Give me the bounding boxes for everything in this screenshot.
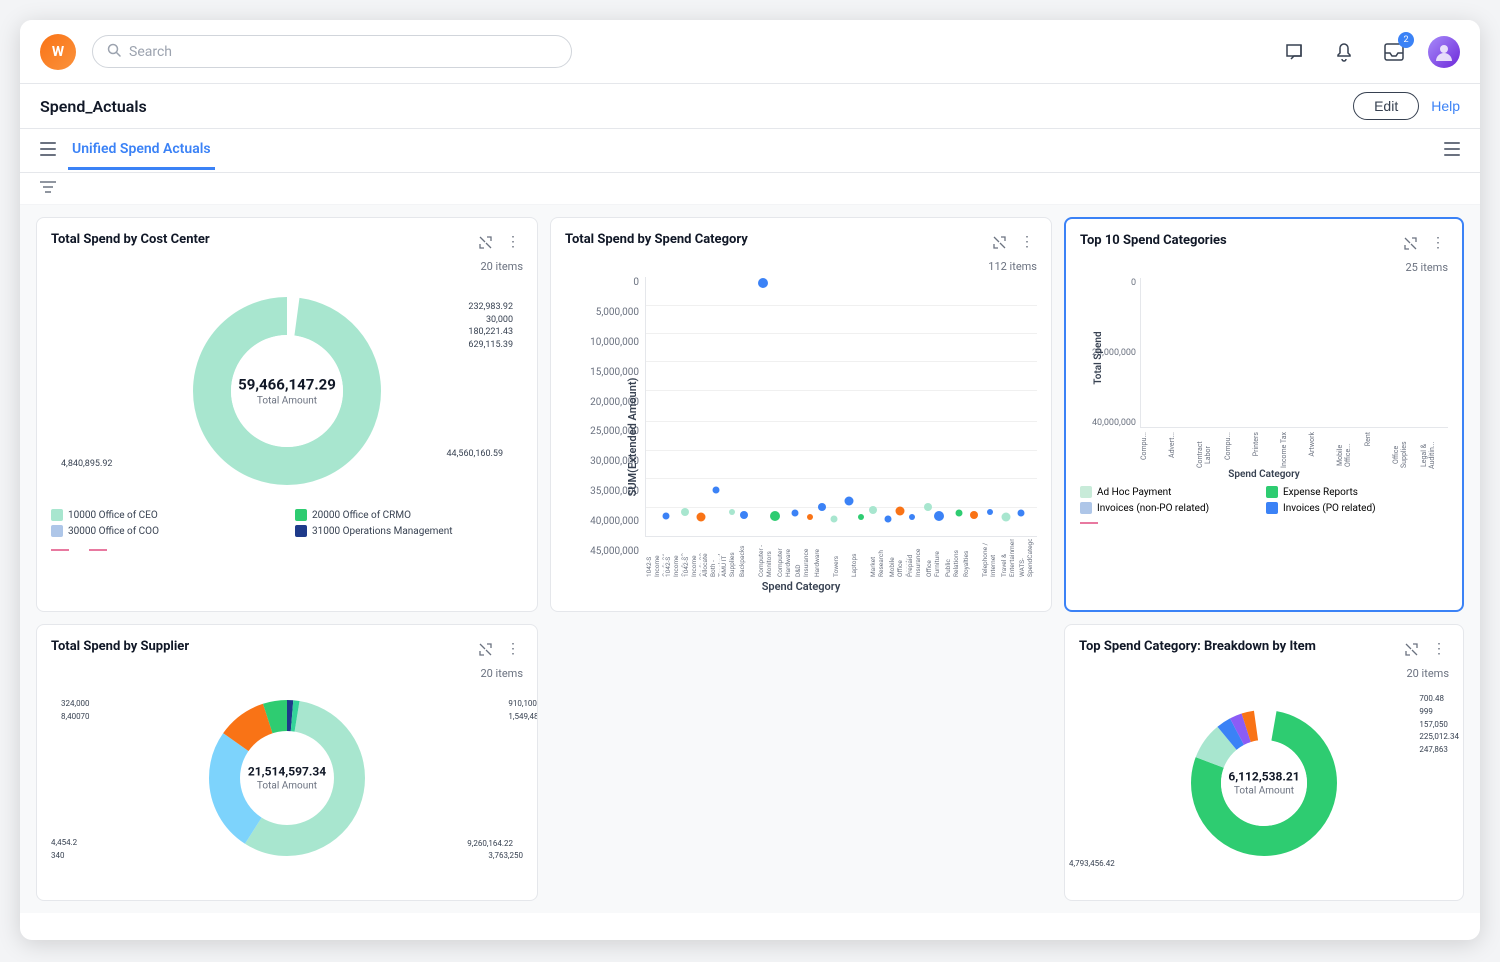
- cost-center-legend: 10000 Office of CEO 20000 Office of CRMO…: [51, 509, 523, 537]
- supplier-card: Total Spend by Supplier ⋮ 20 items: [36, 624, 538, 901]
- cost-center-items: 20 items: [51, 260, 523, 273]
- top10-items: 25 items: [1080, 261, 1448, 274]
- menu-icon[interactable]: [40, 141, 56, 160]
- scatter-y-title: SUM(Extended Amount): [626, 378, 639, 497]
- top10-title: Top 10 Spend Categories: [1080, 233, 1400, 248]
- page-title: Spend_Actuals: [40, 97, 147, 116]
- scatter-plot: [645, 277, 1037, 537]
- breakdown-items: 20 items: [1079, 667, 1449, 680]
- breakdown-more-icon[interactable]: ⋮: [1429, 639, 1449, 659]
- help-button[interactable]: Help: [1431, 98, 1460, 114]
- cost-center-donut: 59,466,147.29 Total Amount 232,983.92 30…: [51, 281, 523, 501]
- main-content: Total Spend by Cost Center ⋮ 20 items: [20, 205, 1480, 913]
- chat-button[interactable]: [1278, 36, 1310, 68]
- scatter-chart: 45,000,000 40,000,000 35,000,000 30,000,…: [565, 277, 1037, 597]
- top10-legend: Ad Hoc Payment Expense Reports Invoices …: [1080, 486, 1448, 514]
- top10-y-title: Total Spend: [1093, 331, 1104, 384]
- spend-category-card: Total Spend by Spend Category ⋮ 112 item…: [550, 217, 1052, 612]
- cost-center-more-icon[interactable]: ⋮: [503, 232, 523, 252]
- supplier-more-icon[interactable]: ⋮: [503, 639, 523, 659]
- app-logo[interactable]: W: [40, 34, 76, 70]
- breakdown-donut: 6,112,538.21 Total Amount 700.48 999 157…: [1079, 688, 1449, 878]
- user-avatar[interactable]: [1428, 36, 1460, 68]
- tab-unified-spend[interactable]: Unified Spend Actuals: [68, 131, 215, 170]
- inbox-badge: 2: [1398, 32, 1414, 48]
- breakdown-expand-icon[interactable]: [1401, 639, 1421, 659]
- scatter-x-title: Spend Category: [762, 580, 841, 593]
- search-bar[interactable]: Search: [92, 35, 572, 68]
- filter-icon[interactable]: [40, 179, 56, 198]
- legend-crmo: 20000 Office of CRMO: [295, 509, 523, 521]
- top-nav: W Search 2: [20, 20, 1480, 84]
- tab-bar: Unified Spend Actuals: [20, 129, 1480, 173]
- supplier-donut: 21,514,597.34 Total Amount 910,100 1,549…: [51, 688, 523, 868]
- top10-more-icon[interactable]: ⋮: [1428, 233, 1448, 253]
- cost-center-expand-icon[interactable]: [475, 232, 495, 252]
- top10-expand-icon[interactable]: [1400, 233, 1420, 253]
- spend-cat-expand-icon[interactable]: [989, 232, 1009, 252]
- edit-button[interactable]: Edit: [1353, 92, 1419, 120]
- search-placeholder: Search: [129, 44, 172, 60]
- cost-center-card: Total Spend by Cost Center ⋮ 20 items: [36, 217, 538, 612]
- inbox-button[interactable]: 2: [1378, 36, 1410, 68]
- header-actions: Edit Help: [1353, 92, 1460, 120]
- legend-ops: 31000 Operations Management: [295, 525, 523, 537]
- legend-coo: 30000 Office of COO: [51, 525, 279, 537]
- sub-header: Spend_Actuals Edit Help: [20, 84, 1480, 129]
- filter-bar: [20, 173, 1480, 205]
- top10-bar-chart: 40,000,000 20,000,000 0 Total Spend: [1080, 278, 1448, 478]
- top10-x-title: Spend Category: [1228, 469, 1299, 480]
- cost-center-title: Total Spend by Cost Center: [51, 232, 475, 247]
- top10-card: Top 10 Spend Categories ⋮ 25 items 40,00…: [1064, 217, 1464, 612]
- spend-cat-more-icon[interactable]: ⋮: [1017, 232, 1037, 252]
- supplier-title: Total Spend by Supplier: [51, 639, 475, 654]
- legend-ceo: 10000 Office of CEO: [51, 509, 279, 521]
- breakdown-title: Top Spend Category: Breakdown by Item: [1079, 639, 1401, 654]
- tab-menu-icon[interactable]: [1444, 141, 1460, 160]
- search-icon: [107, 42, 121, 61]
- supplier-expand-icon[interactable]: [475, 639, 495, 659]
- supplier-items: 20 items: [51, 667, 523, 680]
- spend-cat-title: Total Spend by Spend Category: [565, 232, 989, 247]
- nav-right: 2: [1278, 36, 1460, 68]
- breakdown-card: Top Spend Category: Breakdown by Item ⋮ …: [1064, 624, 1464, 901]
- spend-cat-items: 112 items: [565, 260, 1037, 273]
- notification-button[interactable]: [1328, 36, 1360, 68]
